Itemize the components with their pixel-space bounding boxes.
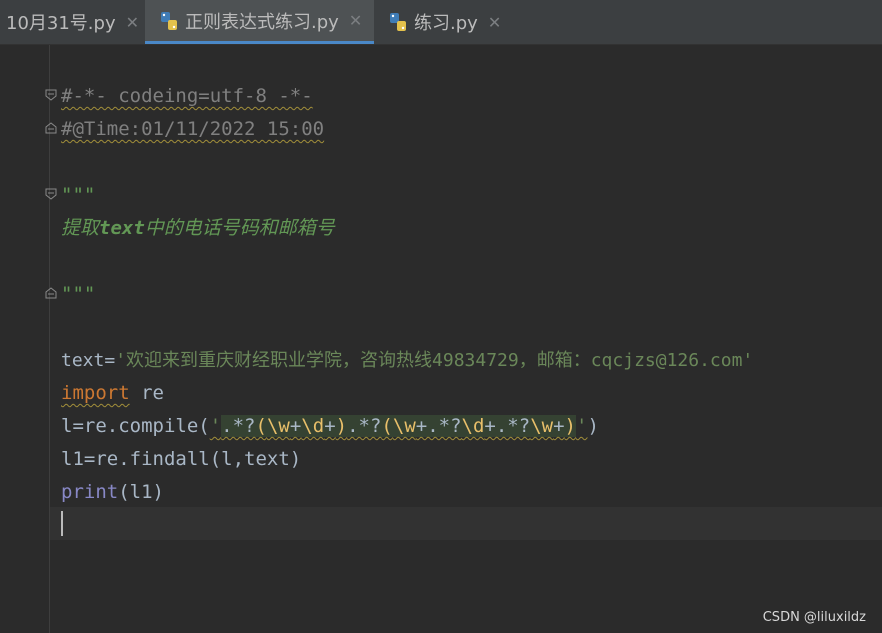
text-var: text= [61,350,116,371]
fold-icon[interactable] [45,287,57,299]
doc-text: 中的电话号码和邮箱号 [144,217,335,239]
fold-icon[interactable] [45,89,57,101]
print-args: (l1) [118,481,164,503]
code-line-time[interactable]: #@Time:01/11/2022 15:00 [61,113,324,146]
code-line-text-assign[interactable]: text='欢迎来到重庆财经职业学院，咨询热线49834729，邮箱：cqcjz… [61,344,753,377]
close-icon[interactable]: ✕ [488,13,501,32]
tab-label: 正则表达式练习.py [185,11,339,33]
text-caret [61,511,63,536]
text-string: '欢迎来到重庆财经职业学院，咨询热线49834729，邮箱：cqcjzs@126… [115,350,754,371]
tab-label: 练习.py [414,13,478,34]
python-file-icon [388,12,408,32]
regex-pattern: .*?(\w+\d+).*?(\w+.*?\d+.*?\w+) [221,415,576,437]
fold-icon[interactable] [45,122,57,134]
close-icon[interactable]: ✕ [126,13,139,32]
code-line-compile[interactable]: l=re.compile('.*?(\w+\d+).*?(\w+.*?\d+.*… [61,410,599,443]
code-line-print[interactable]: print(l1) [61,476,164,509]
tab-label: 10月31号.py [6,13,116,34]
editor-tab-bar: 10月31号.py ✕ 正则表达式练习.py ✕ 练习.py ✕ [0,0,882,45]
tab-regex-practice[interactable]: 正则表达式练习.py ✕ [145,0,374,44]
current-line-highlight [50,507,882,540]
compile-close: ) [587,415,599,437]
python-file-icon [159,11,179,31]
regex-quote: ' [575,415,588,437]
tab-practice[interactable]: 练习.py ✕ [376,0,506,44]
code-line-import[interactable]: import re [61,377,164,410]
code-docstring-text[interactable]: 提取text中的电话号码和邮箱号 [61,212,335,245]
code-docstring-close[interactable]: """ [61,278,95,311]
watermark: CSDN @liluxildz [762,610,866,625]
compile-call: l=re.compile( [61,415,210,437]
code-line-encoding[interactable]: #-*- codeing=utf-8 -*- [61,80,313,113]
tab-10-31[interactable]: 10月31号.py ✕ [0,0,144,44]
close-icon[interactable]: ✕ [349,11,362,30]
code-line-findall[interactable]: l1=re.findall(l,text) [61,443,301,476]
import-keyword: import [61,382,130,404]
regex-quote: ' [209,415,222,437]
fold-icon[interactable] [45,188,57,200]
doc-text: 提取 [61,217,100,239]
code-docstring-open[interactable]: """ [61,179,95,212]
import-module: re [129,382,164,404]
doc-text-bold: text [99,217,145,239]
print-builtin: print [61,481,119,503]
